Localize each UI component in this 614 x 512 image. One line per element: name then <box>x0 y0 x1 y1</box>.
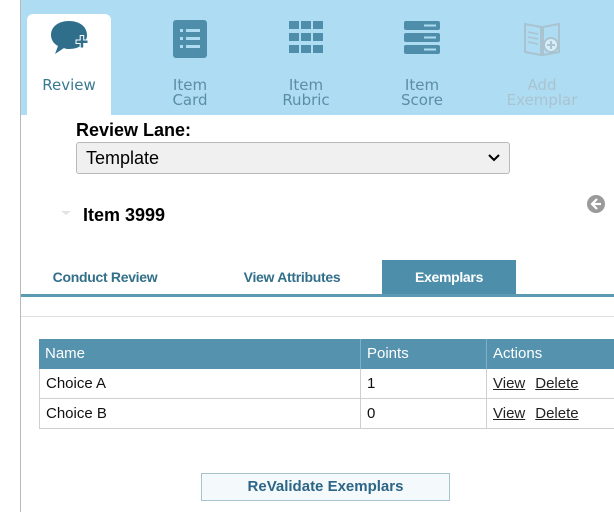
tab-conduct-review[interactable]: Conduct Review <box>37 260 173 294</box>
row-points: 0 <box>361 399 487 429</box>
item-card-icon <box>173 20 207 58</box>
toolbar-item-card-label-2: Card <box>172 91 208 109</box>
chat-add-icon <box>51 21 89 54</box>
back-arrow-icon[interactable] <box>586 194 606 214</box>
review-panel: Review Item Card Item Rubric Item Score … <box>20 0 614 512</box>
review-lane-selected-value: Template <box>86 148 160 168</box>
collapse-caret-icon[interactable] <box>61 211 71 215</box>
chevron-down-icon <box>488 154 500 162</box>
toolbar-item-score-button[interactable]: Item Score <box>380 14 464 114</box>
table-row: Choice B 0 View Delete <box>39 399 614 429</box>
toolbar: Review Item Card Item Rubric Item Score … <box>21 0 614 115</box>
toolbar-item-rubric-button[interactable]: Item Rubric <box>264 14 348 114</box>
row-name: Choice B <box>39 399 361 429</box>
row-actions: View Delete <box>487 369 614 399</box>
table-header-row: Name Points Actions <box>39 339 614 369</box>
tab-exemplars[interactable]: Exemplars <box>382 260 516 294</box>
toolbar-review-button[interactable]: Review <box>27 14 111 115</box>
divider <box>21 316 614 317</box>
tab-view-attributes[interactable]: View Attributes <box>217 260 367 294</box>
list-score-icon <box>404 21 440 54</box>
item-title: Item 3999 <box>83 205 166 225</box>
book-add-icon <box>524 22 560 57</box>
delete-link[interactable]: Delete <box>535 405 578 422</box>
revalidate-exemplars-button[interactable]: ReValidate Exemplars <box>201 473 450 501</box>
grid-icon <box>289 21 323 53</box>
column-header-points: Points <box>361 339 487 369</box>
row-actions: View Delete <box>487 399 614 429</box>
column-header-actions: Actions <box>493 345 543 362</box>
toolbar-add-exemplar-label-2: Exemplar <box>506 91 578 109</box>
delete-link[interactable]: Delete <box>535 375 578 392</box>
view-link[interactable]: View <box>493 405 525 422</box>
review-lane-select[interactable]: Template <box>76 142 510 174</box>
toolbar-item-score-label-2: Score <box>400 91 443 109</box>
toolbar-add-exemplar-button[interactable]: Add Exemplar <box>500 14 584 114</box>
toolbar-item-card-button[interactable]: Item Card <box>148 14 232 114</box>
review-lane-label: Review Lane: <box>76 120 192 140</box>
view-link[interactable]: View <box>493 375 525 392</box>
toolbar-item-rubric-label-2: Rubric <box>282 91 330 109</box>
row-name: Choice A <box>39 369 361 399</box>
tab-bar: Conduct Review View Attributes Exemplars <box>21 258 614 297</box>
row-points: 1 <box>361 369 487 399</box>
table-row: Choice A 1 View Delete <box>39 369 614 399</box>
toolbar-review-label: Review <box>42 76 96 94</box>
column-header-name: Name <box>39 339 361 369</box>
